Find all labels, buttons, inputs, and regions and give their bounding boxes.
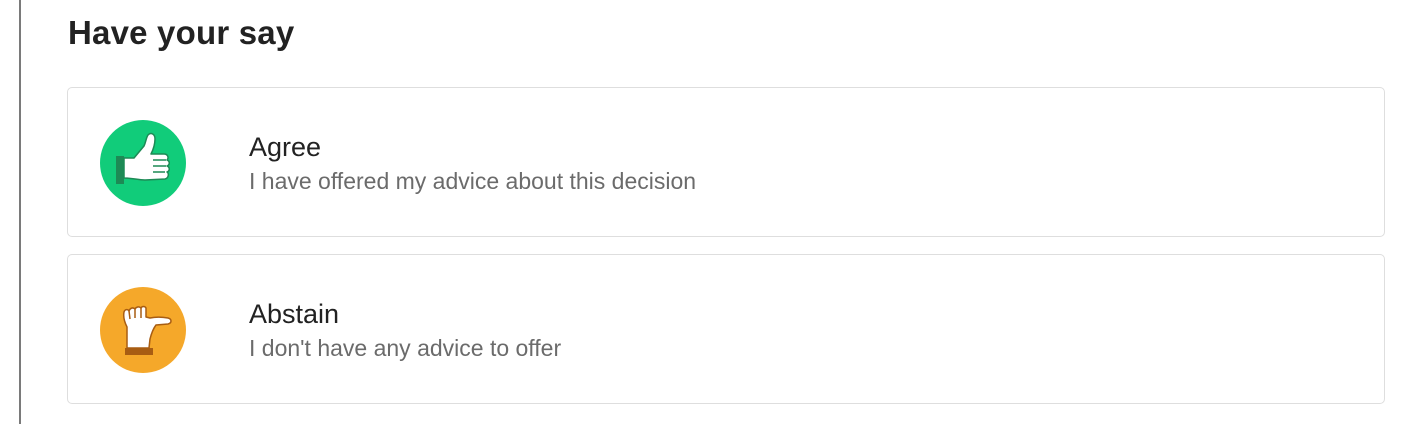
abstain-option-text: Abstain I don't have any advice to offer bbox=[249, 297, 561, 364]
section-title: Have your say bbox=[68, 14, 295, 51]
thumbs-up-icon bbox=[100, 120, 186, 206]
option-description: I don't have any advice to offer bbox=[249, 335, 562, 361]
abstain-option-card[interactable]: Abstain I don't have any advice to offer bbox=[67, 254, 1385, 404]
agree-option-card[interactable]: Agree I have offered my advice about thi… bbox=[67, 87, 1385, 237]
option-label: Agree bbox=[249, 132, 322, 162]
have-your-say-panel: Have your say Agree I have offered my ad… bbox=[0, 0, 1417, 424]
option-description: I have offered my advice about this deci… bbox=[249, 168, 697, 194]
agree-option-text: Agree I have offered my advice about thi… bbox=[249, 130, 696, 197]
option-label: Abstain bbox=[249, 299, 340, 329]
thumb-sideways-icon bbox=[100, 287, 186, 373]
panel-divider bbox=[19, 0, 21, 424]
